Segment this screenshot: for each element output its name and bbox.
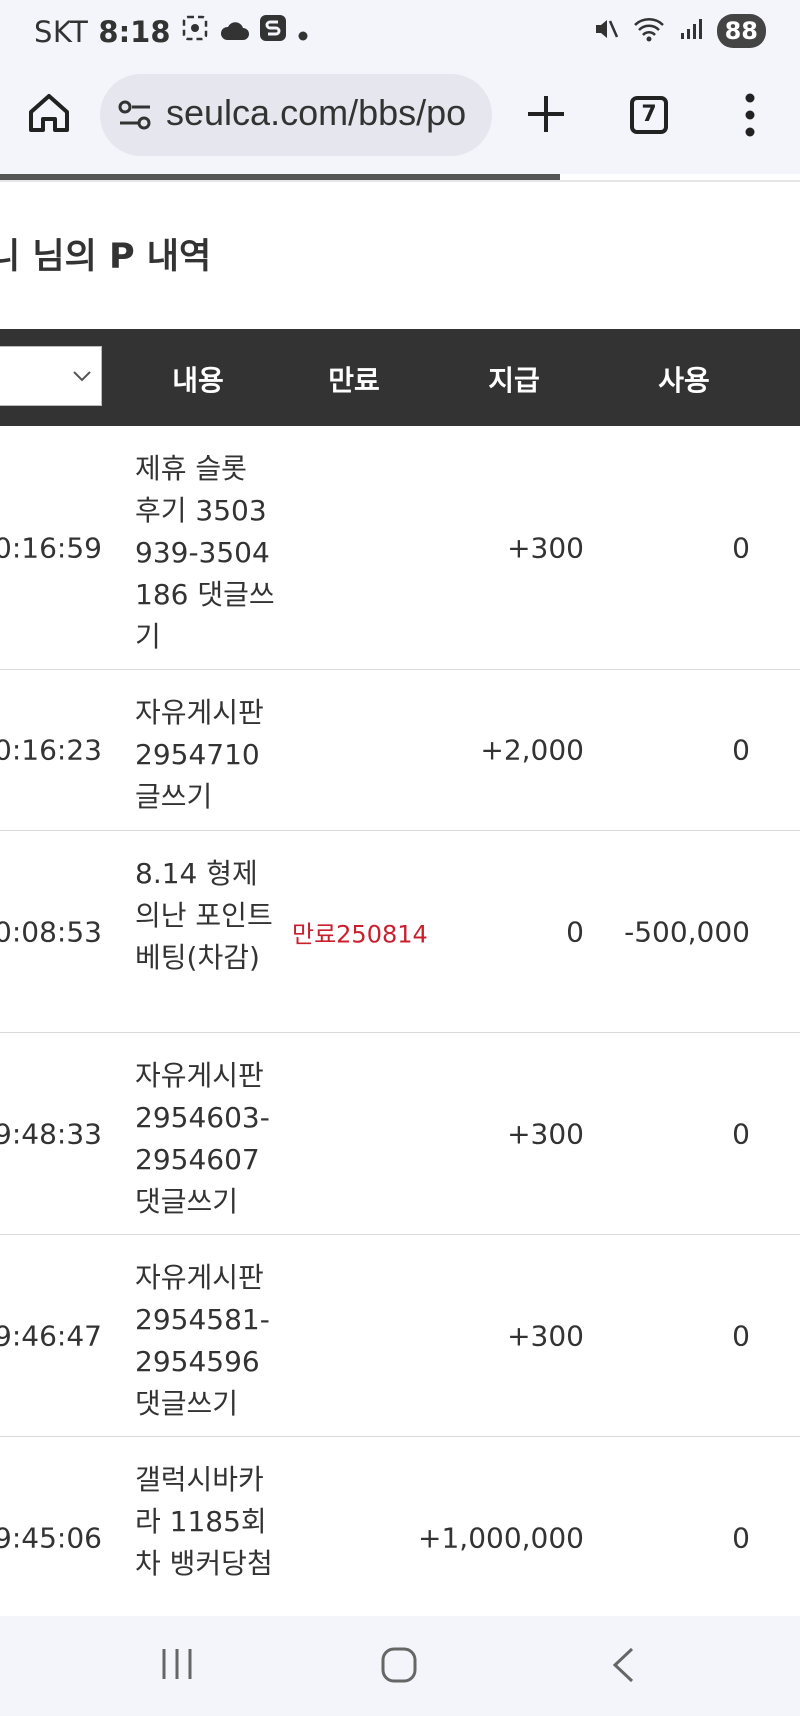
row-time: 19:45:06 [0,1521,102,1554]
row-given: 0 [566,915,584,948]
recent-apps-button[interactable] [160,1646,194,1686]
home-button[interactable] [26,90,86,150]
row-content: 8.14 형제의난 포인트베팅(차감) [135,857,273,974]
home-circle-icon [381,1647,417,1683]
row-used: 0 [732,1117,750,1150]
row-used: 0 [732,1319,750,1352]
row-time: 20:16:23 [0,733,102,767]
row-content: 자유게시판 2954603-2954607 댓글쓰기 [135,1059,270,1218]
header-given: 지급 [488,364,540,397]
chevron-left-icon [612,1647,634,1683]
table-row: 19:48:33 자유게시판 2954603-2954607 댓글쓰기 +300… [0,1033,800,1235]
plus-icon [528,96,564,132]
row-content: 제휴 슬롯 후기 3503939-3504186 댓글쓰기 [135,452,275,653]
row-expiry: 만료250814 [292,920,428,948]
carrier-label: SKT [34,14,89,49]
page-load-progress-fill [0,174,560,180]
recent-apps-icon [162,1649,192,1679]
tab-switcher-button[interactable]: 7 [630,96,668,134]
home-icon [29,94,69,132]
wifi-icon [633,16,665,46]
signal-icon [679,17,703,45]
site-settings-icon[interactable] [116,96,154,138]
status-bar: SKT 8:18 88 [0,0,800,68]
chevron-down-icon [71,365,93,391]
row-time: 20:08:53 [0,915,102,948]
row-given: +300 [507,531,584,564]
date-filter-select[interactable] [0,346,102,406]
cloud-icon [219,15,249,49]
system-home-button[interactable] [380,1646,418,1688]
more-menu-button[interactable] [738,90,762,140]
status-time: 8:18 [98,14,171,49]
screenshot-icon [181,14,209,49]
header-expiry: 만료 [328,364,380,397]
header-content: 내용 [172,364,224,397]
row-given: +1,000,000 [418,1521,584,1554]
mute-icon [593,16,619,46]
row-given: +300 [507,1319,584,1352]
points-table-body: 20:16:59 제휴 슬롯 후기 3503939-3504186 댓글쓰기 +… [0,426,800,1638]
row-content: 자유게시판 2954710 글쓰기 [135,696,264,813]
system-nav-bar [0,1616,800,1716]
row-used: 0 [732,1521,750,1554]
back-button[interactable] [608,1646,638,1688]
dot-icon [297,15,309,49]
table-row: 20:08:53 8.14 형제의난 포인트베팅(차감) 만료250814 0 … [0,831,800,1033]
row-content: 갤럭시바카라 1185회차 뱅커당첨 [135,1463,273,1580]
table-row: 20:16:23 자유게시판 2954710 글쓰기 +2,000 0 [0,670,800,831]
page-load-progress [0,174,800,182]
row-used: 0 [732,531,750,564]
table-row: 19:45:06 갤럭시바카라 1185회차 뱅커당첨 +1,000,000 0 [0,1437,800,1638]
browser-toolbar: seulca.com/bbs/po 7 [0,68,800,174]
row-content: 자유게시판 2954581-2954596 댓글쓰기 [135,1261,270,1420]
table-row: 20:16:59 제휴 슬롯 후기 3503939-3504186 댓글쓰기 +… [0,426,800,670]
row-used: 0 [732,733,750,767]
table-row: 19:46:47 자유게시판 2954581-2954596 댓글쓰기 +300… [0,1235,800,1437]
page-title: 니 님의 P 내역 [0,237,212,277]
url-bar[interactable]: seulca.com/bbs/po [100,74,492,156]
header-used: 사용 [658,364,710,397]
kebab-menu-icon [745,93,755,137]
row-time: 20:16:59 [0,531,102,564]
row-used: -500,000 [624,915,750,948]
table-header: 내용 만료 지급 사용 [0,329,800,426]
row-given: +300 [507,1117,584,1150]
row-time: 19:46:47 [0,1319,102,1352]
row-time: 19:48:33 [0,1117,102,1150]
url-text: seulca.com/bbs/po [166,92,467,133]
new-tab-button[interactable] [522,90,570,138]
row-given: +2,000 [480,733,584,767]
battery-level: 88 [716,14,766,48]
s-app-icon [259,14,287,49]
